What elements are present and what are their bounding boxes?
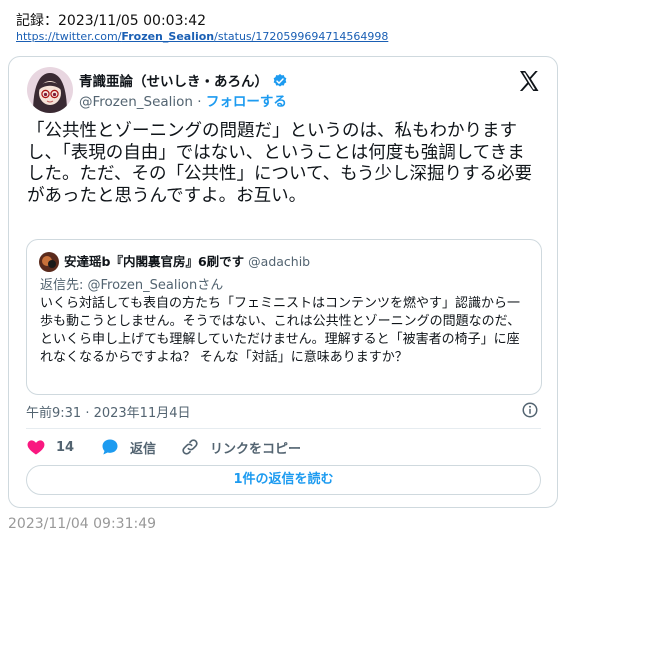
url-user: Frozen_Sealion [121,30,215,43]
quoted-tweet[interactable]: 安達瑶b『内閣裏官房』6刷です @adachib 返信先: @Frozen_Sea… [26,239,542,395]
action-bar: 14 返信 リンクをコピー [26,437,546,461]
author-handle[interactable]: @Frozen_Sealion [79,94,193,110]
author-name[interactable]: 青識亜論（せいしき・あろん） [79,74,268,90]
quote-text: いくら対話しても表自の方たち「フェミニストはコンテンツを燃やす」認識から一歩も動… [40,296,521,365]
reply-button[interactable]: 返信 [100,437,156,457]
tweet-url-link[interactable]: https://twitter.com/Frozen_Sealion/statu… [16,30,388,43]
quote-author-handle: @adachib [248,254,311,269]
record-timestamp: 記録：2023/11/05 00:03:42 [16,13,207,29]
quote-author-row: 安達瑶b『内閣裏官房』6刷です @adachib [64,251,310,270]
tweet-timestamp[interactable]: 午前9:31 · 2023年11月4日 [26,402,191,421]
reply-bubble-icon [102,439,118,455]
reply-label: 返信 [130,441,157,457]
handle-line: @Frozen_Sealion · フォローする [79,90,287,110]
url-prefix: https://twitter.com/ [16,30,122,43]
tweet-card: 青識亜論（せいしき・あろん） @Frozen_Sealion · フォローする … [8,56,558,508]
like-button[interactable]: 14 [26,437,74,457]
quote-reply-to: 返信先: @Frozen_Sealionさん [40,278,224,293]
like-count: 14 [56,439,75,455]
handle-separator: · [197,94,202,110]
follow-button[interactable]: フォローする [206,94,287,110]
author-avatar[interactable] [27,67,73,113]
tweet-text: 「公共性とゾーニングの問題だ」というのは、私もわかりますし、「表現の自由」ではな… [27,121,533,206]
x-logo-icon[interactable] [517,69,541,93]
divider [26,428,541,429]
heart-icon [27,440,45,455]
author-name-row: 青識亜論（せいしき・あろん） [79,70,288,90]
info-icon[interactable] [521,401,539,419]
verified-badge-icon [273,74,287,87]
quote-author-avatar[interactable] [39,252,59,272]
link-icon [182,439,198,455]
url-suffix: /status/1720599694714564998 [214,30,389,43]
copy-link-label: リンクをコピー [210,441,302,457]
footer-timestamp: 2023/11/04 09:31:49 [8,516,157,532]
read-replies-button[interactable]: 1件の返信を読む [26,465,541,495]
copy-link-button[interactable]: リンクをコピー [180,437,301,457]
quote-author-name: 安達瑶b『内閣裏官房』6刷です [64,254,245,269]
